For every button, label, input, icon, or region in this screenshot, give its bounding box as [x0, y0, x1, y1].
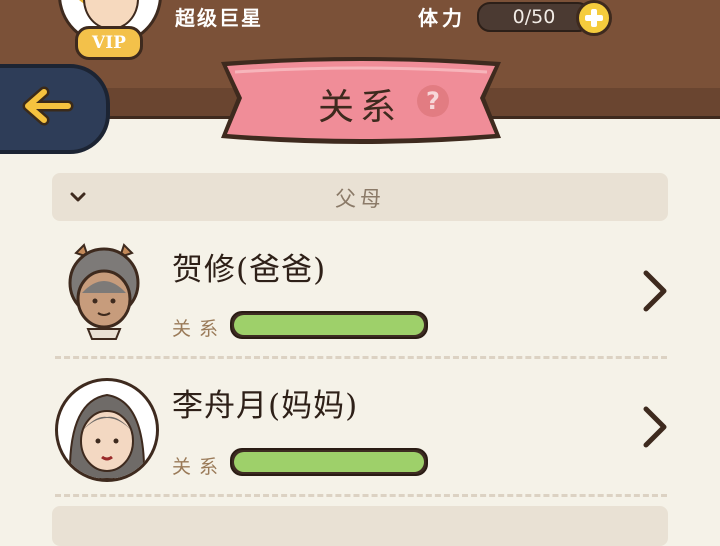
row-divider [55, 356, 667, 359]
member-name: 李舟月(妈妈) [172, 388, 359, 424]
page-title: 关系 [318, 87, 403, 128]
relation-bar [230, 311, 428, 339]
section-label: 父母 [335, 187, 385, 211]
username: 超级巨星 [175, 6, 263, 30]
member-name: 贺修(爸爸) [172, 252, 327, 288]
relation-label: 关系 [172, 456, 227, 478]
mother-avatar-icon[interactable] [55, 378, 159, 482]
relation-bar-fill [234, 315, 424, 335]
stamina-label: 体力 [418, 6, 466, 30]
relation-bar-fill [234, 452, 424, 472]
section-header-next[interactable] [52, 506, 668, 546]
back-button[interactable] [0, 64, 110, 154]
row-divider [55, 494, 667, 497]
relation-bar [230, 448, 428, 476]
chevron-right-icon[interactable] [640, 269, 670, 313]
chevron-right-icon[interactable] [640, 405, 670, 449]
stamina-value: 0/50 [477, 2, 591, 32]
section-header-parents[interactable]: 父母 [52, 173, 668, 221]
vip-badge: VIP [75, 26, 143, 60]
add-stamina-button[interactable] [576, 0, 612, 36]
back-arrow-icon [22, 86, 74, 126]
help-icon[interactable]: ? [417, 85, 449, 117]
mother-face [68, 393, 146, 479]
father-avatar-icon[interactable] [62, 243, 146, 341]
relation-label: 关系 [172, 318, 227, 340]
